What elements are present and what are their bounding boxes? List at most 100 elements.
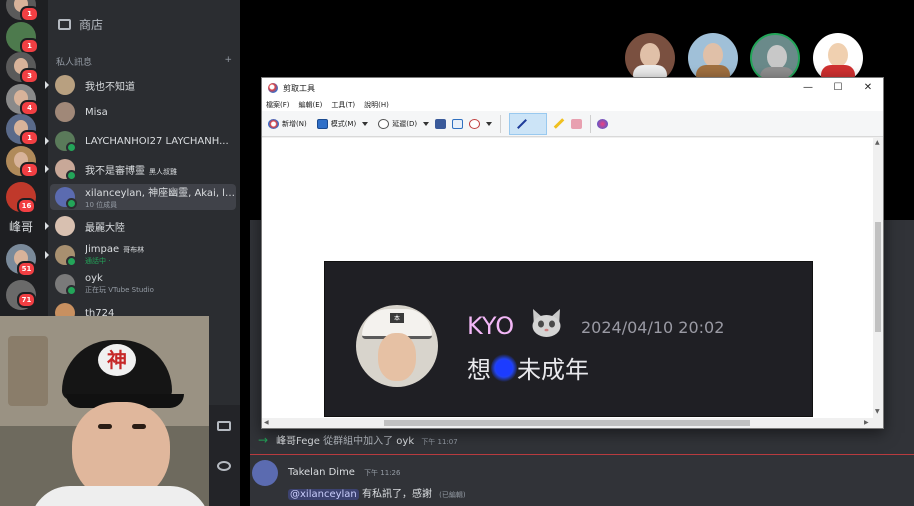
message-avatar[interactable] <box>252 460 278 486</box>
paint3d-button[interactable] <box>597 118 609 129</box>
maximize-button[interactable]: ☐ <box>823 78 853 98</box>
chevron-down-icon <box>362 121 369 126</box>
eraser-icon <box>571 118 583 129</box>
snipping-tool-icon <box>268 83 278 93</box>
menu-help[interactable]: 說明(H) <box>364 100 389 110</box>
send-button[interactable] <box>469 118 493 129</box>
mode-button[interactable]: 模式(M) <box>316 118 369 129</box>
delay-button[interactable]: 延遲(D) <box>378 118 430 129</box>
status-tag: 黑人叔雞 <box>149 167 177 176</box>
captured-timestamp: 2024/04/10 20:02 <box>581 318 725 337</box>
chevron-down-icon <box>423 121 430 126</box>
unread-indicator <box>45 251 49 259</box>
dm-name: Misa <box>85 106 108 118</box>
copy-button[interactable] <box>452 118 464 129</box>
new-button[interactable]: 新增(N) <box>268 118 307 129</box>
group-avatar <box>55 187 77 209</box>
chat-message: Takelan Dime 下午 11:26 @xilanceylan 有私訊了，… <box>252 460 466 500</box>
voice-participant[interactable] <box>688 33 738 83</box>
timestamp: 下午 11:07 <box>421 438 458 446</box>
avatar <box>55 131 77 153</box>
store-link[interactable]: 商店 <box>58 16 103 33</box>
captured-text: 想未成年 <box>467 354 589 384</box>
dm-item[interactable]: LAYCHANHOI27 LAYCHANH... <box>45 128 236 154</box>
avatar <box>55 216 75 236</box>
scroll-thumb[interactable] <box>875 222 881 332</box>
pen-button[interactable] <box>509 112 548 135</box>
snipping-tool-window: 剪取工具 — ☐ ✕ 檔案(F) 編輯(E) 工具(T) 說明(H) 新增(N)… <box>261 77 884 429</box>
server-label[interactable]: 峰哥 <box>9 218 33 235</box>
dm-name: 我也不知道 <box>85 81 135 93</box>
captured-message: 本 KYO 2024/04/10 20:02 想未成年 <box>324 261 813 417</box>
voice-participant[interactable] <box>625 33 675 83</box>
snip-canvas: 本 KYO 2024/04/10 20:02 想未成年 <box>262 138 873 418</box>
new-messages-divider <box>250 454 914 455</box>
avatar <box>55 245 77 267</box>
join-target[interactable]: oyk <box>396 436 414 447</box>
dm-name: Jimpae 哥布林 <box>85 244 145 255</box>
dm-name: xilanceylan, 神座幽靈, Akai, lo... <box>85 188 235 199</box>
paint3d-icon <box>597 118 609 129</box>
avatar <box>55 102 75 122</box>
minimize-button[interactable]: — <box>793 78 823 98</box>
menu-tools[interactable]: 工具(T) <box>331 100 355 110</box>
cap-logo: 神 <box>98 344 136 376</box>
screen-share-icon[interactable] <box>217 421 231 431</box>
status-tag: 哥布林 <box>123 246 145 254</box>
timestamp: 下午 11:26 <box>364 469 401 477</box>
save-icon <box>435 118 447 129</box>
message-author[interactable]: Takelan Dime <box>288 467 355 478</box>
dm-item[interactable]: 最麗大陸 <box>45 213 236 239</box>
cat-emoji-icon <box>532 309 561 337</box>
dm-item-group-active[interactable]: xilanceylan, 神座幽靈, Akai, lo... 10 位成員 <box>50 184 236 210</box>
title-bar[interactable]: 剪取工具 — ☐ ✕ <box>262 78 883 98</box>
unread-badge: 51 <box>17 261 36 277</box>
unread-indicator <box>45 165 49 173</box>
send-snip-icon <box>469 118 481 129</box>
save-button[interactable] <box>435 118 447 129</box>
close-button[interactable]: ✕ <box>853 78 883 98</box>
dm-item[interactable]: Jimpae 哥布林 通話中 · <box>45 242 236 268</box>
dm-header: 私人訊息 + <box>56 55 232 68</box>
store-label: 商店 <box>79 18 104 32</box>
join-arrow-icon: → <box>258 432 269 447</box>
toolbar: 新增(N) 模式(M) 延遲(D) <box>262 111 883 137</box>
add-dm-icon[interactable]: + <box>224 55 232 68</box>
dm-item[interactable]: 我也不知道 <box>45 72 236 98</box>
unread-indicator <box>45 81 49 89</box>
system-join-message: → 峰哥Fege 從群組中加入了 oyk 下午 11:07 <box>258 432 458 448</box>
unread-badge: 1 <box>20 130 39 146</box>
screen: 1 1 3 4 1 1 16 峰哥 51 71 商店 私人訊息 + 我也不知道 <box>0 0 914 506</box>
scroll-thumb[interactable] <box>384 420 750 426</box>
dm-name: 最麗大陸 <box>85 222 125 234</box>
menu-edit[interactable]: 編輯(E) <box>299 100 323 110</box>
dm-name: LAYCHANHOI27 LAYCHANH... <box>85 135 229 147</box>
highlighter-button[interactable] <box>553 118 565 129</box>
pen-icon <box>517 118 528 129</box>
headset-icon[interactable] <box>217 461 231 471</box>
eraser-button[interactable] <box>571 118 583 129</box>
webcam-overlay: 神 <box>0 316 209 506</box>
mode-icon <box>316 118 328 129</box>
edited-label: (已編輯) <box>439 491 466 499</box>
unread-indicator <box>45 222 49 230</box>
avatar <box>55 75 75 95</box>
menu-file[interactable]: 檔案(F) <box>266 100 290 110</box>
vertical-scrollbar[interactable]: ▲ ▼ <box>873 138 883 418</box>
voice-participant[interactable] <box>813 33 863 83</box>
dm-item[interactable]: oyk 正在玩 VTube Studio <box>50 271 236 297</box>
captured-username: KYO <box>467 312 515 340</box>
new-snip-icon <box>268 118 279 129</box>
horizontal-scrollbar[interactable]: ◀ ▶ <box>262 418 873 428</box>
join-user[interactable]: 峰哥Fege <box>276 436 320 447</box>
dm-item[interactable]: Misa <box>50 99 236 125</box>
unread-badge: 1 <box>20 162 39 178</box>
censor-scribble <box>491 354 517 382</box>
unread-badge: 1 <box>20 6 39 22</box>
voice-participant-speaking[interactable] <box>750 33 800 83</box>
unread-badge: 71 <box>17 292 36 308</box>
dm-item[interactable]: 我不是審博靈 黑人叔雞 <box>45 156 236 182</box>
window-title: 剪取工具 <box>283 83 315 93</box>
user-mention[interactable]: @xilanceylan <box>288 489 359 500</box>
unread-indicator <box>45 137 49 145</box>
